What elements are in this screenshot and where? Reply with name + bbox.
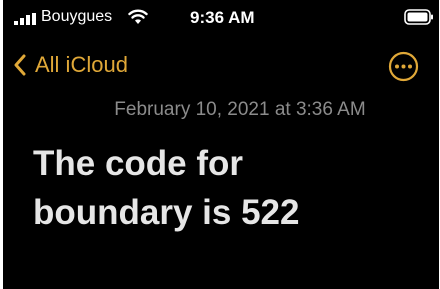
chevron-left-icon <box>14 54 26 76</box>
back-button[interactable]: All iCloud <box>13 50 128 80</box>
note-screen: Bouygues 9:36 AM All iCloud February 10,… <box>3 0 439 289</box>
back-label: All iCloud <box>35 52 128 77</box>
note-body[interactable]: The code for boundary is 522 <box>33 139 423 237</box>
ellipsis-circle-icon[interactable] <box>388 51 419 82</box>
status-time: 9:36 AM <box>190 8 255 27</box>
wifi-icon <box>128 9 148 24</box>
battery-icon <box>404 9 433 25</box>
note-line: boundary is 522 <box>33 193 300 232</box>
note-line: The code for <box>33 144 244 183</box>
note-date: February 10, 2021 at 3:36 AM <box>114 99 366 120</box>
carrier-name: Bouygues <box>41 8 113 25</box>
signal-icon <box>14 13 36 25</box>
status-bar: Bouygues 9:36 AM <box>3 0 439 36</box>
